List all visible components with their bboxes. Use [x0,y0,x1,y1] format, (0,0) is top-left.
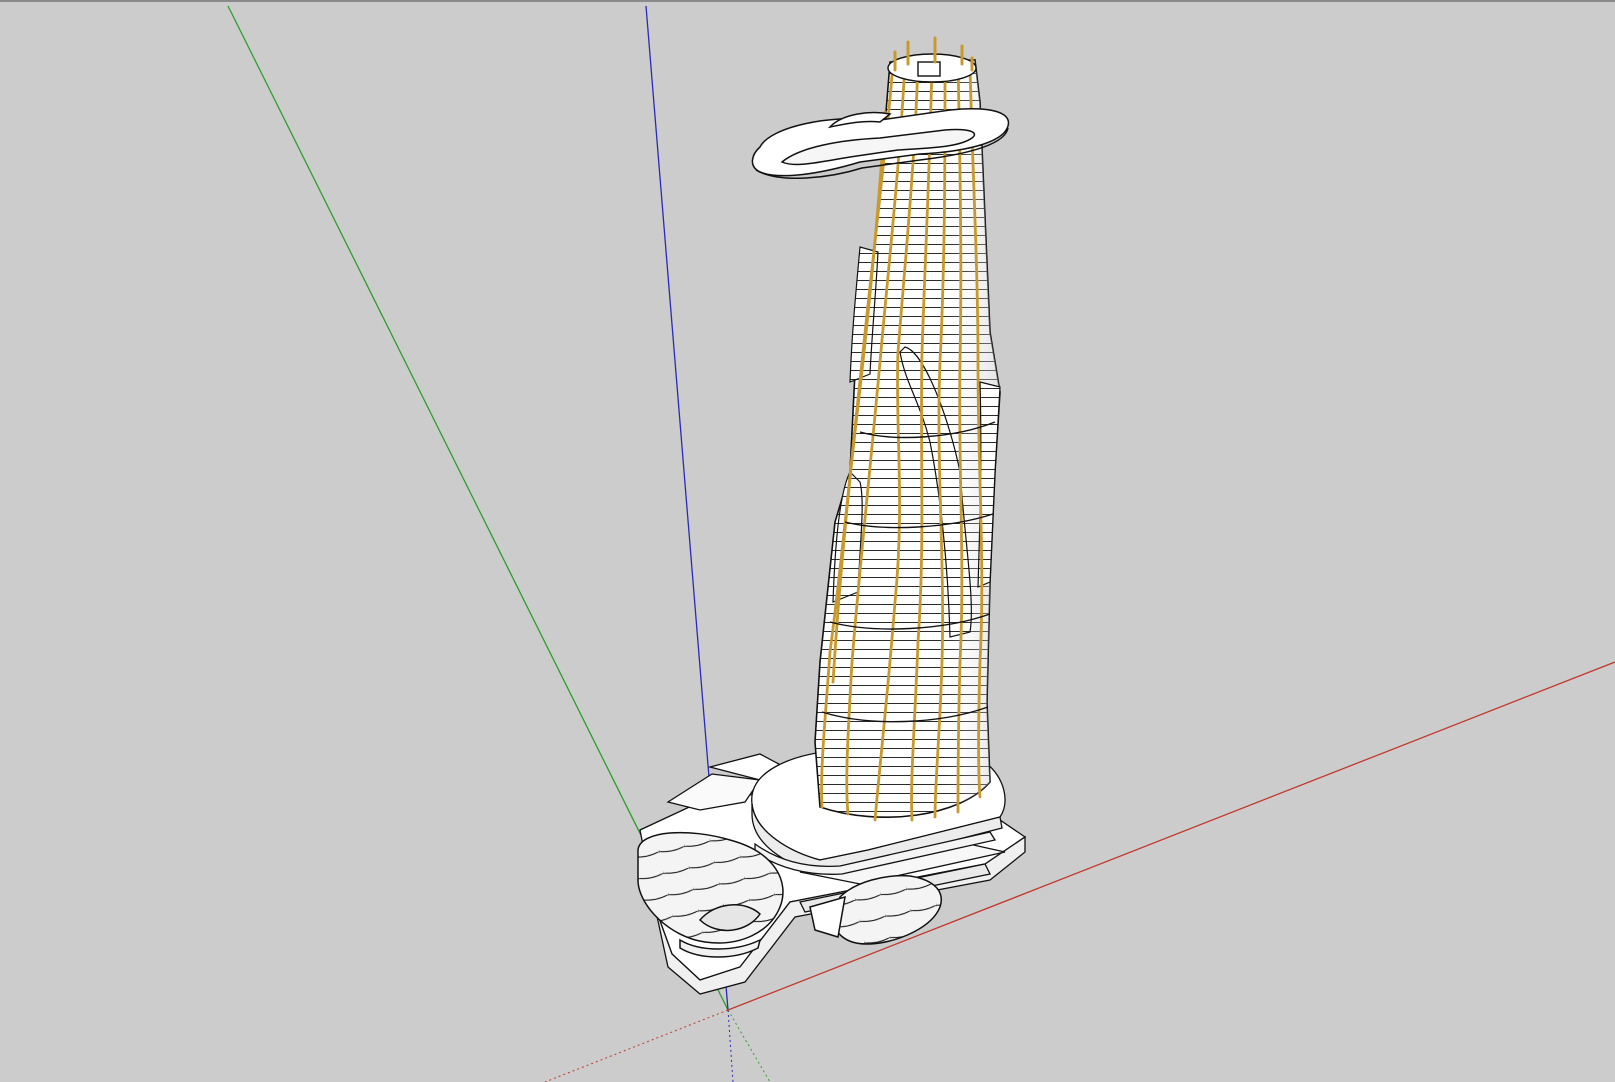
crown-core [917,61,941,77]
tower-crown [887,36,977,83]
scene-canvas[interactable] [0,2,1615,1082]
green-axis-negative [727,1009,771,1082]
modeling-viewport[interactable] [0,0,1615,1082]
red-axis-negative [544,1009,729,1082]
blue-axis-negative [727,1009,734,1082]
